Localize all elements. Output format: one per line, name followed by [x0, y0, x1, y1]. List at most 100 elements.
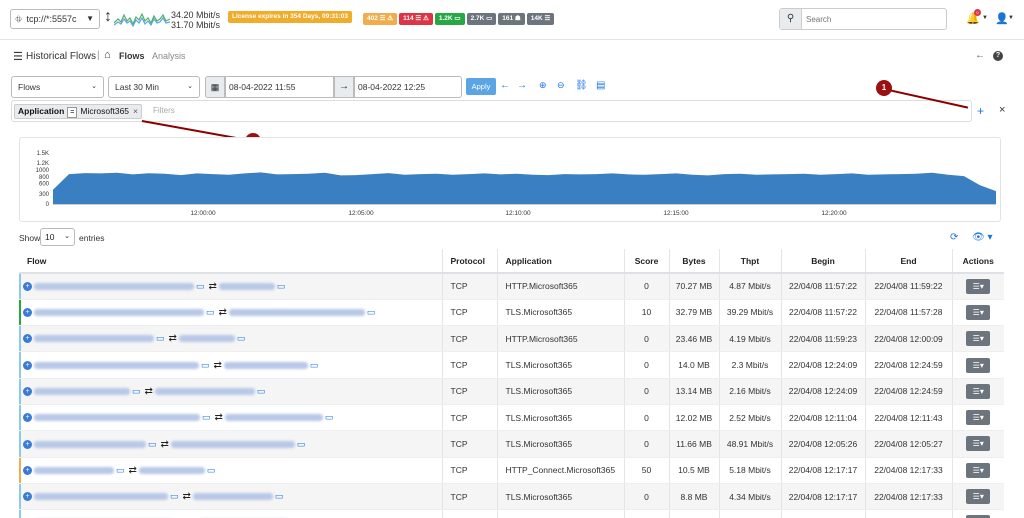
protocol-cell[interactable]: TCP [442, 483, 498, 511]
alert-badge[interactable]: 14K ☰ [526, 13, 555, 25]
application-cell[interactable]: TLS.Microsoft365 [497, 378, 625, 405]
column-header-actions[interactable]: Actions [952, 249, 1004, 274]
license-badge[interactable]: License expires in 354 Days, 09:31:03 [228, 11, 352, 23]
column-header-application[interactable]: Application [497, 249, 625, 274]
flow-cell[interactable]: +▭⇄▭ [19, 430, 443, 458]
zoom-out-icon[interactable]: ⊖ [557, 80, 565, 91]
expand-row-icon[interactable]: + [23, 439, 32, 449]
flow-cell[interactable]: +▭⇄▭ [19, 325, 443, 353]
flow-cell[interactable]: +▭⇄▭ [19, 483, 443, 511]
table-row[interactable]: + ▭ ⇄ ▭ TCP TLS.Microsoft365 0 11.66 MB 48.91 Mb… [19, 430, 1004, 458]
table-row[interactable]: + ▭ ⇄ ▭ TCP TLS.Microsoft365 0 14.0 MB 2.3 Mbit/… [19, 351, 1004, 379]
application-cell[interactable]: HTTP.Microsoft365 [497, 325, 625, 353]
home-icon[interactable]: ⌂ [104, 49, 111, 61]
protocol-cell[interactable]: TCP [442, 273, 498, 300]
alert-badge[interactable]: 2.7K ▭ [466, 13, 497, 25]
column-header-end[interactable]: End [865, 249, 953, 274]
link-icon[interactable]: ⛓ [575, 80, 588, 91]
column-header-begin[interactable]: Begin [781, 249, 866, 274]
search-input[interactable] [806, 12, 944, 26]
refresh-icon[interactable]: ⟳ [950, 232, 958, 243]
actions-menu-button[interactable]: ☰▾ [966, 383, 991, 399]
application-cell[interactable]: TLS.Microsoft365 [497, 509, 625, 518]
expand-row-icon[interactable]: + [23, 386, 32, 396]
expand-row-icon[interactable]: + [23, 492, 32, 502]
client-host-redacted[interactable] [34, 414, 200, 422]
client-host-redacted[interactable] [34, 283, 194, 291]
column-visibility-icon[interactable]: 👁 ▾ [972, 232, 993, 243]
application-cell[interactable]: TLS.Microsoft365 [497, 404, 625, 432]
server-host-redacted[interactable] [138, 466, 205, 474]
flow-cell[interactable]: +▭⇄▭ [19, 457, 443, 484]
end-datetime-input[interactable]: 08-04-2022 12:25 [354, 76, 462, 98]
flow-cell[interactable]: +▭⇄▭ [19, 273, 443, 300]
calendar-icon[interactable]: ▦ [205, 76, 225, 98]
client-host-redacted[interactable] [34, 387, 130, 395]
server-host-redacted[interactable] [192, 493, 273, 501]
actions-menu-button[interactable]: ☰▾ [966, 331, 991, 347]
protocol-cell[interactable]: TCP [442, 430, 498, 458]
clear-filters-icon[interactable]: × [999, 104, 1005, 116]
table-row[interactable]: + ▭ ⇄ ▭ TCP HTTP.Microsoft365 0 70.27 MB 4.87 Mb… [19, 273, 1004, 300]
protocol-cell[interactable]: TCP [442, 509, 498, 518]
client-host-redacted[interactable] [34, 440, 146, 448]
column-header-score[interactable]: Score [624, 249, 670, 274]
back-arrow-icon[interactable]: ← [975, 50, 985, 61]
flow-cell[interactable]: +▭⇄▭ [19, 404, 443, 432]
table-row[interactable]: + ▭ ⇄ ▭ TCP HTTP.Microsoft365 0 23.46 MB 4.19 Mb… [19, 325, 1004, 353]
alert-badge[interactable]: 402 ☰ ⚠ [363, 13, 398, 25]
server-host-redacted[interactable] [154, 387, 255, 395]
flow-cell[interactable]: +▭⇄▭ [19, 378, 443, 405]
protocol-cell[interactable]: TCP [442, 351, 498, 379]
table-row[interactable]: + ▭ ⇄ ▭ TCP TLS.Microsoft365 10 32.79 MB 39.29 M… [19, 299, 1004, 327]
column-header-flow[interactable]: Flow [19, 249, 443, 274]
expand-row-icon[interactable]: + [23, 308, 32, 318]
column-header-thpt[interactable]: Thpt [719, 249, 782, 274]
actions-menu-button[interactable]: ☰▾ [966, 489, 991, 505]
alert-badge[interactable]: 114 ☰ ⚠ [399, 13, 433, 25]
expand-row-icon[interactable]: + [23, 413, 32, 423]
filters-placeholder[interactable]: Filters [153, 106, 175, 115]
column-header-protocol[interactable]: Protocol [442, 249, 498, 274]
alert-badge[interactable]: 1.2K ▭ [434, 13, 465, 25]
protocol-cell[interactable]: TCP [442, 325, 498, 353]
table-row[interactable]: + ▭ ⇄ ▭ TCP HTTP_Connect.Microsoft365 50 10.5 M… [19, 457, 1004, 484]
user-icon[interactable]: 👤 [995, 12, 1009, 25]
protocol-cell[interactable]: TCP [442, 404, 498, 432]
application-cell[interactable]: HTTP_Connect.Microsoft365 [497, 457, 625, 484]
protocol-cell[interactable]: TCP [442, 299, 498, 327]
caret-down-icon[interactable]: ▼ [1008, 15, 1014, 21]
table-row[interactable]: + ▭ ⇄ ▭ TCP TLS.Microsoft365 0 13.14 MB 2.16 Mbi… [19, 378, 1004, 405]
expand-row-icon[interactable]: + [23, 360, 32, 370]
protocol-cell[interactable]: TCP [442, 457, 498, 484]
client-host-redacted[interactable] [34, 335, 154, 343]
flows-area-series[interactable] [53, 172, 996, 204]
expand-row-icon[interactable]: + [23, 465, 32, 475]
server-host-redacted[interactable] [228, 309, 365, 317]
begin-datetime-input[interactable]: 08-04-2022 11:55 [225, 76, 334, 98]
prev-period-icon[interactable]: ← [500, 80, 510, 91]
application-cell[interactable]: TLS.Microsoft365 [497, 430, 625, 458]
table-row[interactable]: +▭⇄▭TCPTLS.Microsoft3650 ☰▾ [19, 509, 1004, 518]
client-host-redacted[interactable] [34, 493, 168, 501]
menu-icon[interactable]: ☰ [13, 50, 23, 63]
expand-row-icon[interactable]: + [23, 282, 32, 292]
interface-selector[interactable]: ⛗ tcp://*:5557c ▼ [10, 9, 100, 29]
application-cell[interactable]: TLS.Microsoft365 [497, 483, 625, 511]
column-header-bytes[interactable]: Bytes [669, 249, 720, 274]
application-cell[interactable]: HTTP.Microsoft365 [497, 273, 625, 300]
table-row[interactable]: + ▭ ⇄ ▭ TCP TLS.Microsoft365 0 12.02 MB 2.52 Mbi… [19, 404, 1004, 432]
protocol-cell[interactable]: TCP [442, 378, 498, 405]
page-size-select[interactable]: 10 ⌄ [40, 228, 75, 246]
zoom-in-icon[interactable]: ⊕ [539, 80, 547, 91]
search-icon[interactable]: ⚲ [780, 9, 802, 29]
server-host-redacted[interactable] [178, 335, 235, 343]
client-host-redacted[interactable] [34, 361, 199, 369]
actions-menu-button[interactable]: ☰▾ [966, 436, 991, 452]
client-host-redacted[interactable] [34, 466, 114, 474]
file-icon[interactable]: ▤ [596, 80, 605, 91]
dataset-select[interactable]: Flows ⌄ [11, 76, 104, 98]
client-host-redacted[interactable] [34, 309, 204, 317]
remove-filter-icon[interactable]: × [133, 106, 138, 116]
actions-menu-button[interactable]: ☰▾ [966, 304, 991, 320]
